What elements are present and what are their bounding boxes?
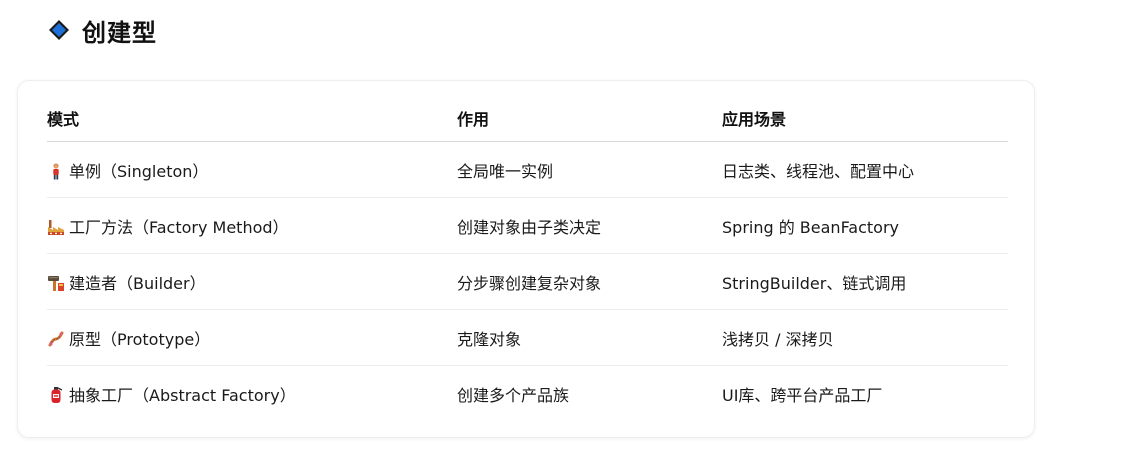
table-row: 建造者（Builder） 分步骤创建复杂对象 StringBuilder、链式调… (47, 253, 1008, 310)
pattern-cell: 建造者（Builder） (47, 253, 457, 310)
pattern-name: 抽象工厂（Abstract Factory） (69, 385, 296, 405)
purpose-cell: 克隆对象 (457, 309, 722, 366)
pattern-cell: 抽象工厂（Abstract Factory） (47, 366, 457, 422)
header-pattern: 模式 (47, 95, 457, 142)
section-title: 创建型 (82, 18, 157, 47)
patterns-table: 模式 作用 应用场景 单例（Singleton） 全局唯一实例 日志类、线程池、… (47, 95, 1008, 421)
scenario-cell: StringBuilder、链式调用 (722, 253, 1008, 310)
header-purpose: 作用 (457, 95, 722, 142)
dna-icon (47, 330, 65, 348)
purpose-cell: 分步骤创建复杂对象 (457, 253, 722, 310)
pattern-cell: 工厂方法（Factory Method） (47, 197, 457, 254)
scenario-cell: 日志类、线程池、配置中心 (722, 141, 1008, 198)
table-row: 抽象工厂（Abstract Factory） 创建多个产品族 UI库、跨平台产品… (47, 366, 1008, 422)
fire-extinguisher-icon (47, 386, 65, 404)
pattern-name: 建造者（Builder） (69, 273, 206, 293)
table-row: 单例（Singleton） 全局唯一实例 日志类、线程池、配置中心 (47, 141, 1008, 198)
blue-diamond-icon (48, 19, 70, 41)
header-scenario: 应用场景 (722, 95, 1008, 142)
pattern-cell: 单例（Singleton） (47, 141, 457, 198)
purpose-cell: 全局唯一实例 (457, 141, 722, 198)
patterns-card: 模式 作用 应用场景 单例（Singleton） 全局唯一实例 日志类、线程池、… (17, 80, 1035, 438)
pattern-cell: 原型（Prototype） (47, 309, 457, 366)
table-row: 工厂方法（Factory Method） 创建对象由子类决定 Spring 的 … (47, 197, 1008, 254)
pattern-name: 单例（Singleton） (69, 161, 209, 181)
table-row: 原型（Prototype） 克隆对象 浅拷贝 / 深拷贝 (47, 309, 1008, 366)
scenario-cell: 浅拷贝 / 深拷贝 (722, 309, 1008, 366)
purpose-cell: 创建多个产品族 (457, 385, 570, 405)
person-icon (47, 162, 65, 180)
pattern-name: 工厂方法（Factory Method） (69, 217, 289, 237)
table-header-row: 模式 作用 应用场景 (47, 95, 1008, 142)
hammer-icon (47, 274, 65, 292)
scenario-cell: UI库、跨平台产品工厂 (722, 385, 883, 405)
factory-icon (47, 218, 65, 236)
scenario-cell: Spring 的 BeanFactory (722, 197, 1008, 254)
section-heading: 创建型 (48, 12, 157, 48)
purpose-cell: 创建对象由子类决定 (457, 197, 722, 254)
pattern-name: 原型（Prototype） (69, 329, 211, 349)
